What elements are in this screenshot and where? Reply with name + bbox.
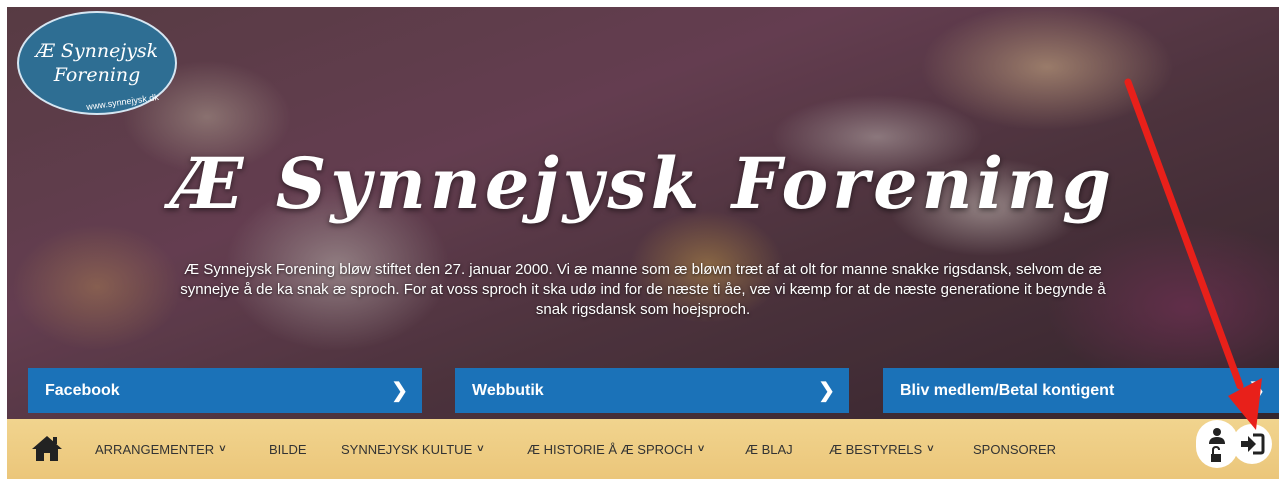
- hero-intro-text: Æ Synnejysk Forening bløw stiftet den 27…: [180, 261, 1106, 318]
- webshop-button-label: Webbutik: [472, 381, 544, 399]
- nav-item-arrangementer[interactable]: ARRANGEMENTER ˅: [95, 419, 226, 479]
- chevron-right-icon: ❯: [1248, 380, 1265, 402]
- nav-item-label: Æ BLAJ: [745, 441, 793, 457]
- chevron-down-icon: ˅: [477, 443, 484, 455]
- nav-item-sponsorer[interactable]: SPONSORER: [973, 419, 1056, 479]
- logo-line-2: Forening: [53, 64, 141, 86]
- logo-line-1: Æ Synnejysk: [35, 40, 159, 62]
- site-logo[interactable]: Æ Synnejysk Forening www.synnejysk.dk: [17, 11, 177, 115]
- nav-item-label: Æ HISTORIE Å Æ SPROCH: [527, 441, 693, 457]
- membership-button-label: Bliv medlem/Betal kontigent: [900, 381, 1115, 399]
- nav-item-bestyrels[interactable]: Æ BESTYRELS ˅: [829, 419, 934, 479]
- nav-item-label: ARRANGEMENTER: [95, 441, 215, 457]
- chevron-right-icon: ❯: [818, 380, 835, 402]
- chevron-right-icon: ❯: [391, 380, 408, 402]
- nav-item-label: BILDE: [269, 441, 307, 457]
- user-login-widget: [1196, 420, 1272, 468]
- facebook-button-label: Facebook: [45, 381, 120, 399]
- logo-text: Æ Synnejysk Forening: [19, 39, 175, 87]
- nav-item-synnejysk-kultue[interactable]: SYNNEJYSK KULTUE ˅: [341, 419, 484, 479]
- chevron-down-icon: ˅: [697, 443, 705, 455]
- nav-item-label: SPONSORER: [973, 441, 1057, 457]
- facebook-button[interactable]: Facebook ❯: [28, 368, 422, 413]
- main-nav: ARRANGEMENTER ˅ BILDE SYNNEJYSK KULTUE ˅…: [7, 419, 1279, 479]
- nav-item-blaj[interactable]: Æ BLAJ: [745, 419, 793, 479]
- page-frame: Æ Synnejysk Forening www.synnejysk.dk Æ …: [7, 7, 1279, 479]
- nav-item-label: SYNNEJYSK KULTUE: [341, 441, 473, 457]
- home-icon[interactable]: [31, 434, 63, 462]
- sign-in-icon: [1241, 433, 1265, 455]
- nav-item-label: Æ BESTYRELS: [829, 441, 923, 457]
- nav-item-historie-sproch[interactable]: Æ HISTORIE Å Æ SPROCH ˅: [527, 419, 704, 479]
- login-button[interactable]: [1232, 424, 1272, 464]
- chevron-down-icon: ˅: [219, 443, 226, 455]
- membership-button[interactable]: Bliv medlem/Betal kontigent ❯: [883, 368, 1279, 413]
- chevron-down-icon: ˅: [927, 443, 934, 455]
- hero-title: Æ Synnejysk Forening: [171, 142, 1115, 225]
- webshop-button[interactable]: Webbutik ❯: [455, 368, 849, 413]
- nav-item-bilde[interactable]: BILDE: [269, 419, 307, 479]
